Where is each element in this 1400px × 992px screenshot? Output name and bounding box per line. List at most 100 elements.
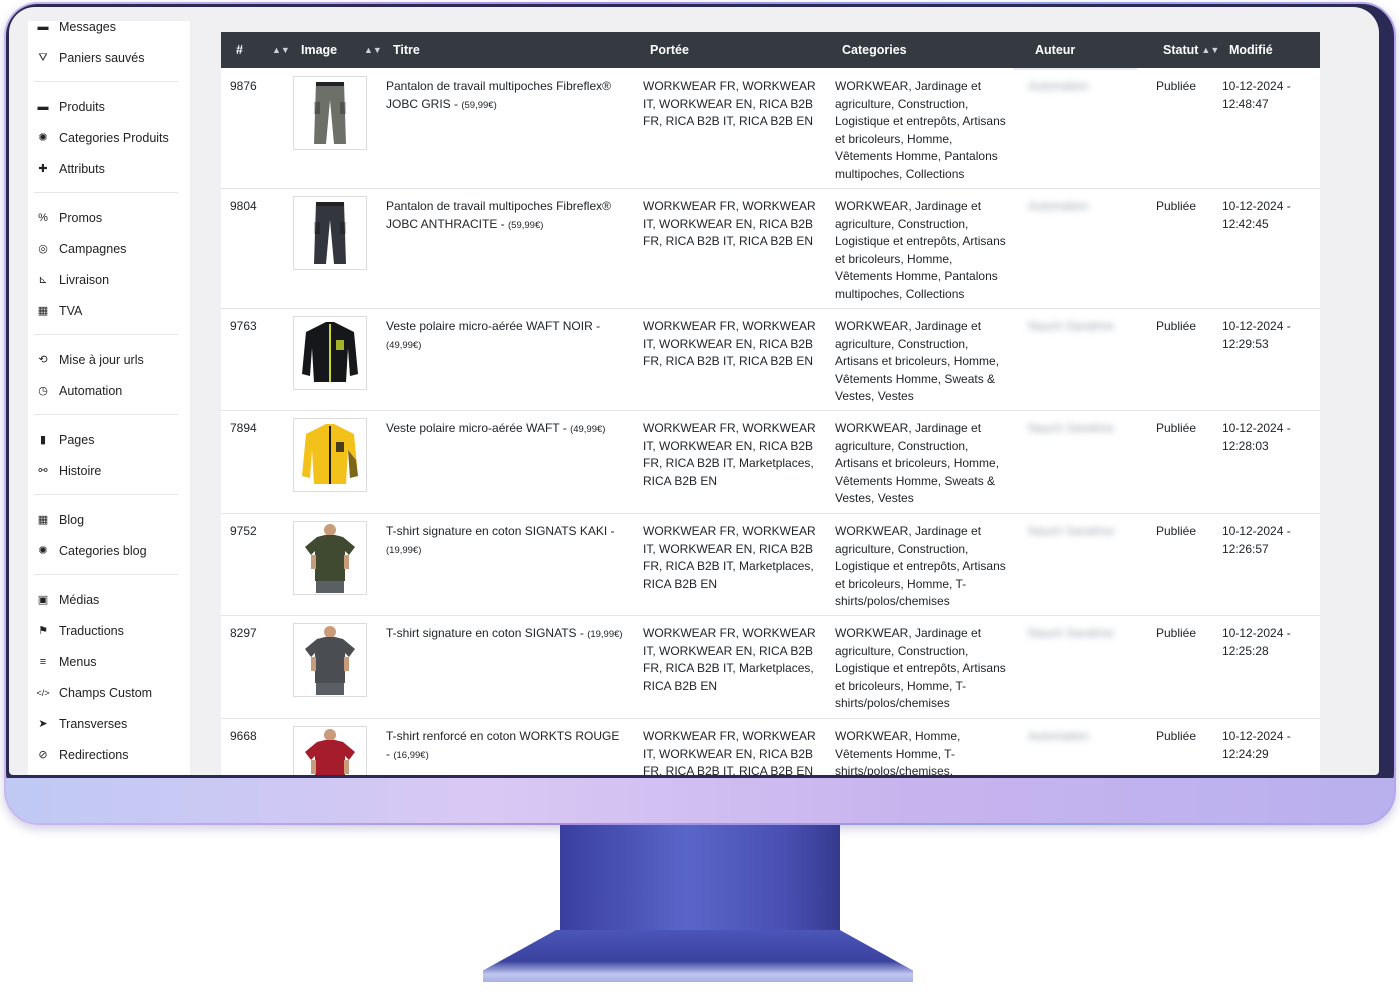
product-categories: WORKWEAR, Jardinage et agriculture, Cons…: [835, 421, 1000, 506]
row-id: 9668: [230, 729, 257, 743]
file-icon: ▮: [39, 433, 47, 446]
table-row[interactable]: 9804 Pantalon de travail multipoches Fibr…: [221, 188, 1320, 309]
sidebar-item-attributs[interactable]: ✚ Attributs: [28, 157, 105, 181]
column-header-categories[interactable]: Categories: [842, 32, 907, 68]
column-header-author-label: Auteur: [1035, 43, 1076, 57]
column-header-status[interactable]: Statut ▲▼: [1163, 32, 1219, 68]
product-title[interactable]: Pantalon de travail multipoches Fibrefle…: [386, 198, 626, 234]
product-author: Nauch Sandrine: [1028, 626, 1115, 640]
sidebar-item-label: Redirections: [59, 748, 129, 762]
sidebar-item-tva[interactable]: ▦ TVA: [28, 299, 83, 323]
table-icon: ▦: [37, 513, 49, 526]
product-title[interactable]: Veste polaire micro-aérée WAFT - (49,99€…: [386, 420, 626, 439]
sidebar-item-label: Mise à jour urls: [59, 353, 144, 367]
product-title[interactable]: Pantalon de travail multipoches Fibrefle…: [386, 78, 626, 114]
table-row[interactable]: 9876 Pantalon de travail multipoches Fibr…: [221, 68, 1320, 189]
row-id: 8297: [230, 626, 257, 640]
percent-icon: %: [38, 211, 48, 224]
sidebar-item-label: Champs Custom: [59, 686, 153, 700]
sidebar-item-produits[interactable]: ▬ Produits: [28, 95, 105, 119]
product-thumbnail[interactable]: [293, 726, 367, 775]
product-thumbnail[interactable]: [293, 316, 367, 390]
product-thumbnail[interactable]: [293, 196, 367, 270]
column-header-scope[interactable]: Portée: [650, 32, 689, 68]
sidebar-item-label: Produits: [59, 100, 105, 114]
product-title[interactable]: T-shirt renforcé en coton WORKTS ROUGE -…: [386, 728, 626, 764]
column-header-title-label: Titre: [393, 43, 420, 57]
sidebar-item-label: Messages: [59, 21, 116, 34]
clock-icon: ◷: [38, 384, 48, 397]
product-categories: WORKWEAR, Jardinage et agriculture, Cons…: [835, 524, 1006, 609]
sidebar-item-menus[interactable]: ≡ Menus: [28, 650, 97, 674]
sidebar-divider: [34, 574, 178, 575]
sidebar-item-paniers-sauves[interactable]: ⛛ Paniers sauvés: [28, 46, 144, 70]
column-header-title[interactable]: Titre: [393, 32, 420, 68]
product-price: (19,99€): [587, 629, 623, 640]
sidebar-item-categories-blog[interactable]: ✺ Categories blog: [28, 539, 146, 563]
product-author: Automation: [1028, 79, 1089, 93]
column-header-modified-label: Modifié: [1229, 43, 1273, 57]
table-row[interactable]: 9752 T-shirt signature en coton SIGNATS K…: [221, 513, 1320, 616]
basket-icon: ⛛: [38, 51, 48, 64]
image-icon: ▣: [37, 593, 49, 606]
product-price: (19,99€): [386, 544, 422, 556]
product-title[interactable]: Veste polaire micro-aérée WAFT NOIR - (4…: [386, 318, 626, 354]
table-row[interactable]: 9668 T-shirt renforcé en coton WORKTS ROU…: [221, 718, 1320, 775]
sidebar-divider: [34, 494, 178, 495]
sidebar-item-pages[interactable]: ▮ Pages: [28, 428, 94, 452]
sidebar-item-label: Paniers sauvés: [59, 51, 145, 65]
product-categories: WORKWEAR, Jardinage et agriculture, Cons…: [835, 319, 1000, 404]
sidebar-divider: [34, 414, 178, 415]
table-row[interactable]: 8297 T-shirt signature en coton SIGNATS -…: [221, 615, 1320, 719]
product-scope: WORKWEAR FR, WORKWEAR IT, WORKWEAR EN, R…: [643, 729, 816, 775]
product-categories: WORKWEAR, Jardinage et agriculture, Cons…: [835, 79, 1006, 181]
status-badge: Publiée: [1156, 421, 1197, 435]
row-id: 9763: [230, 319, 257, 333]
sidebar-item-label: Attributs: [59, 162, 105, 176]
sort-icon[interactable]: ▲▼: [272, 32, 290, 68]
product-price: (59,99€): [508, 219, 544, 231]
product-title-text: T-shirt signature en coton SIGNATS -: [386, 626, 588, 640]
product-thumbnail[interactable]: [293, 76, 367, 150]
column-header-modified[interactable]: Modifié: [1229, 32, 1273, 68]
sidebar-item-livraison[interactable]: ⊾ Livraison: [28, 268, 109, 292]
sign-icon: ➤: [38, 717, 48, 730]
column-header-author[interactable]: Auteur: [1035, 32, 1075, 68]
column-header-id[interactable]: #: [236, 32, 243, 68]
table-row[interactable]: 9763 Veste polaire micro-aérée WAFT NOIR …: [221, 308, 1320, 411]
sidebar-item-label: Médias: [59, 593, 100, 607]
product-title-text: Veste polaire micro-aérée WAFT -: [386, 421, 571, 435]
sidebar-item-blog[interactable]: ▦ Blog: [28, 508, 84, 532]
sidebar-item-label: Blog: [59, 513, 85, 527]
table-row[interactable]: 7894 Veste polaire micro-aérée WAFT - (49…: [221, 410, 1320, 514]
product-thumbnail[interactable]: [293, 418, 367, 492]
column-header-image[interactable]: Image: [301, 32, 337, 68]
sidebar-item-redirections[interactable]: ⊘ Redirections: [28, 743, 128, 767]
modified-date: 10-12-2024 - 12:26:57: [1222, 524, 1291, 556]
modified-date: 10-12-2024 - 12:25:28: [1222, 626, 1291, 658]
product-title[interactable]: T-shirt signature en coton SIGNATS - (19…: [386, 625, 626, 644]
sort-icon[interactable]: ▲▼: [364, 32, 382, 68]
sidebar-item-mise-a-jour-urls[interactable]: ⟲ Mise à jour urls: [28, 348, 144, 372]
sidebar-divider: [34, 81, 178, 82]
sidebar-item-messages[interactable]: ▬ Messages: [28, 21, 116, 39]
product-thumbnail[interactable]: [293, 521, 367, 595]
sidebar-item-automation[interactable]: ◷ Automation: [28, 379, 122, 403]
sidebar-item-promos[interactable]: % Promos: [28, 206, 102, 230]
product-thumbnail[interactable]: [293, 623, 367, 697]
product-title[interactable]: T-shirt signature en coton SIGNATS KAKI …: [386, 523, 626, 559]
sidebar-item-champs-custom[interactable]: </> Champs Custom: [28, 681, 152, 705]
sidebar-item-label: Categories Produits: [59, 131, 169, 145]
sidebar-item-label: TVA: [59, 304, 83, 318]
sidebar-item-campagnes[interactable]: ◎ Campagnes: [28, 237, 126, 261]
sidebar-item-traductions[interactable]: ⚑ Traductions: [28, 619, 124, 643]
sidebar-item-histoire[interactable]: ⚯ Histoire: [28, 459, 101, 483]
sidebar-item-categories-produits[interactable]: ✺ Categories Produits: [28, 126, 169, 150]
sidebar-item-label: Livraison: [59, 273, 110, 287]
sidebar-item-transverses[interactable]: ➤ Transverses: [28, 712, 127, 736]
bars-icon: ≡: [39, 655, 47, 668]
dolly-icon: ⊾: [38, 273, 48, 286]
sidebar-item-medias[interactable]: ▣ Médias: [28, 588, 100, 612]
sort-icon: ▲▼: [1201, 44, 1220, 55]
modified-date: 10-12-2024 - 12:29:53: [1222, 319, 1291, 351]
